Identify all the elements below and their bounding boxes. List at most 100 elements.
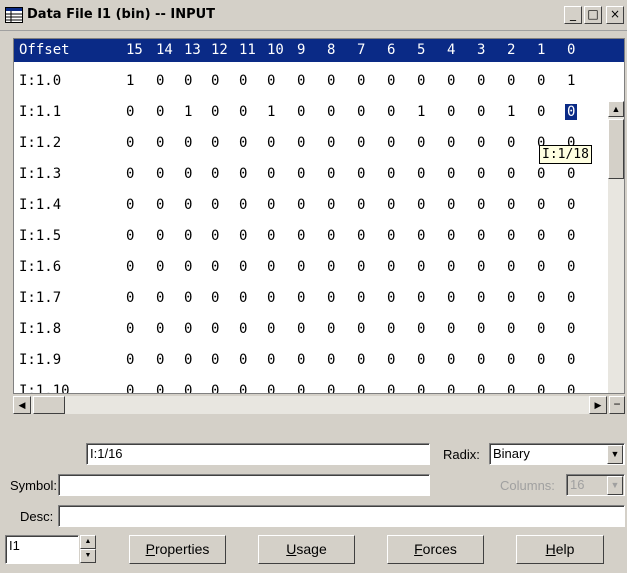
bit-cell[interactable]: 0 bbox=[126, 321, 134, 337]
bit-cell[interactable]: 0 bbox=[297, 166, 305, 182]
bit-cell[interactable]: 0 bbox=[327, 228, 335, 244]
bit-cell[interactable]: 0 bbox=[126, 228, 134, 244]
bit-cell[interactable]: 0 bbox=[267, 290, 275, 306]
bit-cell[interactable]: 0 bbox=[477, 197, 485, 213]
bit-cell[interactable]: 0 bbox=[267, 197, 275, 213]
bit-cell[interactable]: 0 bbox=[267, 73, 275, 89]
bit-cell[interactable]: 0 bbox=[184, 321, 192, 337]
bit-cell[interactable]: 0 bbox=[297, 135, 305, 151]
bit-cell[interactable]: 0 bbox=[327, 104, 335, 120]
bit-cell[interactable]: 0 bbox=[267, 228, 275, 244]
bit-cell[interactable]: 0 bbox=[126, 290, 134, 306]
bit-cell[interactable]: 0 bbox=[567, 197, 575, 213]
bit-cell[interactable]: 0 bbox=[477, 104, 485, 120]
bit-cell[interactable]: 0 bbox=[537, 166, 545, 182]
bit-cell[interactable]: 0 bbox=[297, 290, 305, 306]
bit-cell[interactable]: 0 bbox=[357, 135, 365, 151]
bit-cell[interactable]: 0 bbox=[184, 290, 192, 306]
bit-cell[interactable]: 0 bbox=[156, 290, 164, 306]
bit-cell[interactable]: 0 bbox=[297, 228, 305, 244]
bit-cell[interactable]: 0 bbox=[357, 321, 365, 337]
bit-cell[interactable]: 0 bbox=[477, 383, 485, 393]
bit-cell[interactable]: 1 bbox=[507, 104, 515, 120]
bit-cell[interactable]: 0 bbox=[211, 135, 219, 151]
bit-cell[interactable]: 0 bbox=[447, 383, 455, 393]
bit-cell[interactable]: 0 bbox=[126, 166, 134, 182]
bit-cell[interactable]: 0 bbox=[126, 104, 134, 120]
bit-cell[interactable]: 0 bbox=[184, 383, 192, 393]
bit-cell[interactable]: 0 bbox=[239, 383, 247, 393]
bit-cell[interactable]: 0 bbox=[507, 166, 515, 182]
bit-cell[interactable]: 0 bbox=[357, 290, 365, 306]
bit-cell[interactable]: 1 bbox=[184, 104, 192, 120]
bit-cell[interactable]: 0 bbox=[417, 73, 425, 89]
bit-cell[interactable]: 0 bbox=[507, 228, 515, 244]
bit-cell[interactable]: 0 bbox=[357, 352, 365, 368]
bit-cell[interactable]: 0 bbox=[211, 228, 219, 244]
symbol-field[interactable] bbox=[58, 474, 430, 496]
bit-cell[interactable]: 0 bbox=[447, 321, 455, 337]
bit-cell[interactable]: 0 bbox=[184, 73, 192, 89]
address-field[interactable]: I:1/16 bbox=[86, 443, 430, 465]
scroll-right-button[interactable]: ▶ bbox=[589, 396, 607, 414]
file-number-field[interactable]: I1 bbox=[5, 535, 79, 564]
bit-cell[interactable]: 0 bbox=[417, 352, 425, 368]
bit-cell[interactable]: 0 bbox=[477, 135, 485, 151]
bit-cell[interactable]: 0 bbox=[156, 383, 164, 393]
bit-cell[interactable]: 0 bbox=[417, 228, 425, 244]
bit-cell[interactable]: 0 bbox=[267, 135, 275, 151]
bit-cell[interactable]: 0 bbox=[267, 352, 275, 368]
bit-cell[interactable]: 0 bbox=[211, 104, 219, 120]
bit-cell[interactable]: 0 bbox=[387, 352, 395, 368]
bit-cell[interactable]: 0 bbox=[327, 383, 335, 393]
bit-cell[interactable]: 0 bbox=[507, 383, 515, 393]
bit-cell[interactable]: 0 bbox=[447, 290, 455, 306]
bit-cell[interactable]: 0 bbox=[477, 259, 485, 275]
bit-cell[interactable]: 0 bbox=[387, 135, 395, 151]
bit-cell[interactable]: 0 bbox=[327, 135, 335, 151]
bit-cell[interactable]: 0 bbox=[417, 383, 425, 393]
bit-cell[interactable]: 0 bbox=[567, 383, 575, 393]
bit-cell[interactable]: 0 bbox=[156, 73, 164, 89]
bit-cell[interactable]: 0 bbox=[537, 197, 545, 213]
bit-cell[interactable]: 0 bbox=[297, 352, 305, 368]
bit-cell[interactable]: 0 bbox=[357, 259, 365, 275]
horizontal-scrollbar[interactable]: ◀ ▶ bbox=[13, 396, 607, 414]
bit-cell[interactable]: 0 bbox=[537, 73, 545, 89]
properties-button[interactable]: Properties bbox=[129, 535, 226, 564]
bit-cell[interactable]: 0 bbox=[447, 166, 455, 182]
bit-cell[interactable]: 0 bbox=[156, 197, 164, 213]
bit-cell[interactable]: 0 bbox=[239, 104, 247, 120]
bit-cell[interactable]: 0 bbox=[417, 135, 425, 151]
bit-cell[interactable]: 0 bbox=[156, 352, 164, 368]
horizontal-scroll-thumb[interactable] bbox=[33, 396, 65, 414]
bit-cell[interactable]: 0 bbox=[297, 104, 305, 120]
bit-cell[interactable]: 0 bbox=[239, 352, 247, 368]
bit-cell[interactable]: 0 bbox=[211, 321, 219, 337]
bit-cell[interactable]: 0 bbox=[267, 383, 275, 393]
bit-cell[interactable]: 0 bbox=[387, 104, 395, 120]
title-bar[interactable]: Data File I1 (bin) -- INPUT _ □ × bbox=[0, 0, 627, 31]
bit-cell[interactable]: 0 bbox=[126, 383, 134, 393]
bit-cell[interactable]: 0 bbox=[239, 166, 247, 182]
bit-cell[interactable]: 0 bbox=[537, 259, 545, 275]
bit-cell[interactable]: 0 bbox=[477, 228, 485, 244]
minimize-button[interactable]: _ bbox=[564, 6, 582, 24]
bit-cell[interactable]: 0 bbox=[327, 166, 335, 182]
bit-cell[interactable]: 0 bbox=[297, 321, 305, 337]
bit-cell[interactable]: 0 bbox=[387, 383, 395, 393]
vertical-scroll-thumb[interactable] bbox=[608, 119, 624, 179]
bit-cell[interactable]: 0 bbox=[184, 135, 192, 151]
bit-cell[interactable]: 0 bbox=[184, 259, 192, 275]
bit-cell[interactable]: 0 bbox=[184, 228, 192, 244]
usage-button[interactable]: Usage bbox=[258, 535, 355, 564]
bit-cell[interactable]: 0 bbox=[387, 290, 395, 306]
bit-cell[interactable]: 0 bbox=[477, 290, 485, 306]
bit-cell[interactable]: 0 bbox=[327, 321, 335, 337]
bit-cell[interactable]: 1 bbox=[567, 73, 575, 89]
bit-cell[interactable]: 0 bbox=[211, 352, 219, 368]
bit-cell[interactable]: 0 bbox=[387, 228, 395, 244]
bit-cell[interactable]: 0 bbox=[357, 228, 365, 244]
scroll-up-button[interactable]: ▲ bbox=[608, 101, 624, 117]
bit-cell[interactable]: 0 bbox=[156, 135, 164, 151]
